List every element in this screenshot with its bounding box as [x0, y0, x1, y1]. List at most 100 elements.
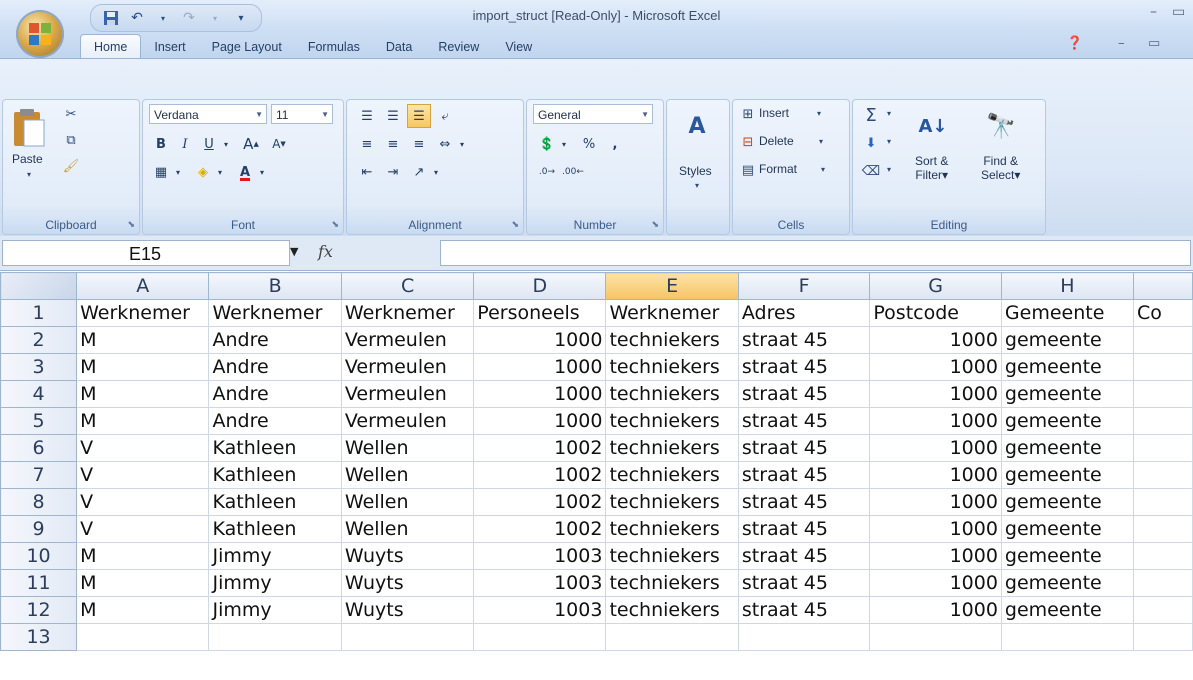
tab-insert[interactable]: Insert [141, 35, 198, 58]
name-box-dropdown-icon[interactable]: ▼ [290, 245, 298, 258]
cell[interactable]: gemeente [1000, 407, 1134, 435]
cell[interactable]: Wellen [340, 515, 475, 543]
format-cells-icon[interactable]: ▤ [739, 160, 757, 180]
cell[interactable] [340, 623, 475, 651]
cell[interactable]: 1000 [869, 407, 1002, 435]
align-center-icon[interactable]: ≡ [381, 132, 405, 156]
column-header[interactable]: B [208, 272, 342, 300]
italic-button[interactable]: I [173, 132, 197, 156]
font-name-combo[interactable]: Verdana ▼ [149, 104, 267, 124]
row-header[interactable]: 7 [0, 461, 78, 489]
sort-filter-label[interactable]: Sort & Filter▾ [915, 154, 948, 182]
cell[interactable]: Adres [737, 299, 871, 327]
autosum-icon[interactable]: Σ [861, 104, 881, 126]
cell[interactable]: M [76, 407, 210, 435]
cell[interactable] [1132, 407, 1193, 435]
cell[interactable] [208, 623, 342, 651]
cell[interactable]: Andre [208, 407, 342, 435]
align-top-icon[interactable]: ☰ [355, 104, 379, 128]
cell[interactable] [1132, 488, 1193, 516]
accounting-dropdown-icon[interactable]: ▾ [557, 132, 571, 156]
cell[interactable]: Kathleen [208, 515, 342, 543]
tab-home[interactable]: Home [80, 34, 142, 58]
column-header[interactable]: G [869, 272, 1002, 300]
row-header[interactable]: 12 [0, 596, 78, 624]
cell[interactable]: Vermeulen [340, 326, 475, 354]
cell[interactable]: M [76, 353, 210, 381]
cell[interactable]: 1002 [473, 461, 607, 489]
row-header[interactable]: 9 [0, 515, 78, 543]
cell[interactable]: straat 45 [737, 326, 871, 354]
help-icon[interactable]: ❓ [1067, 36, 1083, 51]
cell[interactable]: 1002 [473, 488, 607, 516]
alignment-launcher-icon[interactable]: ⬊ [511, 220, 519, 230]
cell[interactable]: Werknemer [208, 299, 342, 327]
cell[interactable]: straat 45 [737, 380, 871, 408]
cell[interactable]: techniekers [605, 488, 739, 516]
cell[interactable]: techniekers [605, 353, 739, 381]
align-left-icon[interactable]: ≡ [355, 132, 379, 156]
cell[interactable]: Jimmy [208, 542, 342, 570]
cell[interactable]: Andre [208, 380, 342, 408]
row-header[interactable]: 4 [0, 380, 78, 408]
decrease-indent-icon[interactable]: ⇤ [355, 160, 379, 184]
fill-color-icon[interactable]: ◈ [191, 160, 215, 184]
cell[interactable]: Vermeulen [340, 407, 475, 435]
column-header[interactable]: F [737, 272, 871, 300]
insert-function-icon[interactable]: fx [318, 242, 333, 261]
orientation-icon[interactable]: ↗ [407, 160, 431, 184]
cell[interactable]: M [76, 380, 210, 408]
cell[interactable]: 1000 [869, 434, 1002, 462]
cell[interactable]: Wellen [340, 488, 475, 516]
fill-icon[interactable]: ⬇ [861, 132, 881, 154]
delete-dropdown-icon[interactable]: ▾ [815, 134, 827, 148]
cell[interactable]: Postcode [869, 299, 1002, 327]
cell[interactable] [1132, 434, 1193, 462]
cell[interactable]: 1000 [869, 353, 1002, 381]
cell[interactable]: Andre [208, 353, 342, 381]
cell[interactable]: gemeente [1000, 569, 1134, 597]
cell[interactable] [1132, 326, 1193, 354]
cell[interactable]: 1003 [473, 596, 607, 624]
cell[interactable]: V [76, 488, 210, 516]
cell[interactable] [76, 623, 210, 651]
cell[interactable]: Jimmy [208, 596, 342, 624]
orientation-dropdown-icon[interactable]: ▾ [429, 160, 443, 184]
bold-button[interactable]: B [149, 132, 173, 156]
align-bottom-icon[interactable]: ☰ [407, 104, 431, 128]
row-header[interactable]: 5 [0, 407, 78, 435]
cell[interactable]: V [76, 461, 210, 489]
cell[interactable]: 1000 [869, 569, 1002, 597]
cell[interactable]: gemeente [1000, 515, 1134, 543]
borders-icon[interactable]: ▦ [149, 160, 173, 184]
cell[interactable]: techniekers [605, 380, 739, 408]
cell[interactable]: gemeente [1000, 380, 1134, 408]
cell[interactable]: 1000 [473, 326, 607, 354]
paste-label[interactable]: Paste [12, 152, 43, 166]
cell[interactable]: gemeente [1000, 461, 1134, 489]
cell[interactable]: Co [1132, 299, 1193, 327]
cell[interactable]: 1003 [473, 569, 607, 597]
cell[interactable]: Wuyts [340, 596, 475, 624]
cell[interactable]: techniekers [605, 461, 739, 489]
fill-dropdown-icon[interactable]: ▾ [883, 134, 895, 148]
cell[interactable]: Vermeulen [340, 353, 475, 381]
row-header[interactable]: 2 [0, 326, 78, 354]
cell[interactable]: gemeente [1000, 542, 1134, 570]
underline-button[interactable]: U [197, 132, 221, 156]
column-header[interactable]: E [605, 272, 739, 300]
cell[interactable]: straat 45 [737, 596, 871, 624]
cell[interactable]: Kathleen [208, 461, 342, 489]
cell[interactable]: Gemeente [1000, 299, 1134, 327]
find-select-label[interactable]: Find & Select▾ [981, 154, 1020, 182]
font-color-icon[interactable]: A [233, 160, 257, 184]
cell[interactable]: techniekers [605, 542, 739, 570]
cell[interactable]: Wuyts [340, 569, 475, 597]
cell[interactable]: techniekers [605, 569, 739, 597]
cell[interactable] [869, 623, 1002, 651]
styles-dropdown-icon[interactable]: ▾ [691, 180, 703, 190]
grow-font-button[interactable]: A ▲ [239, 132, 263, 156]
font-launcher-icon[interactable]: ⬊ [331, 220, 339, 230]
cell[interactable]: 1003 [473, 542, 607, 570]
cell[interactable] [737, 623, 871, 651]
